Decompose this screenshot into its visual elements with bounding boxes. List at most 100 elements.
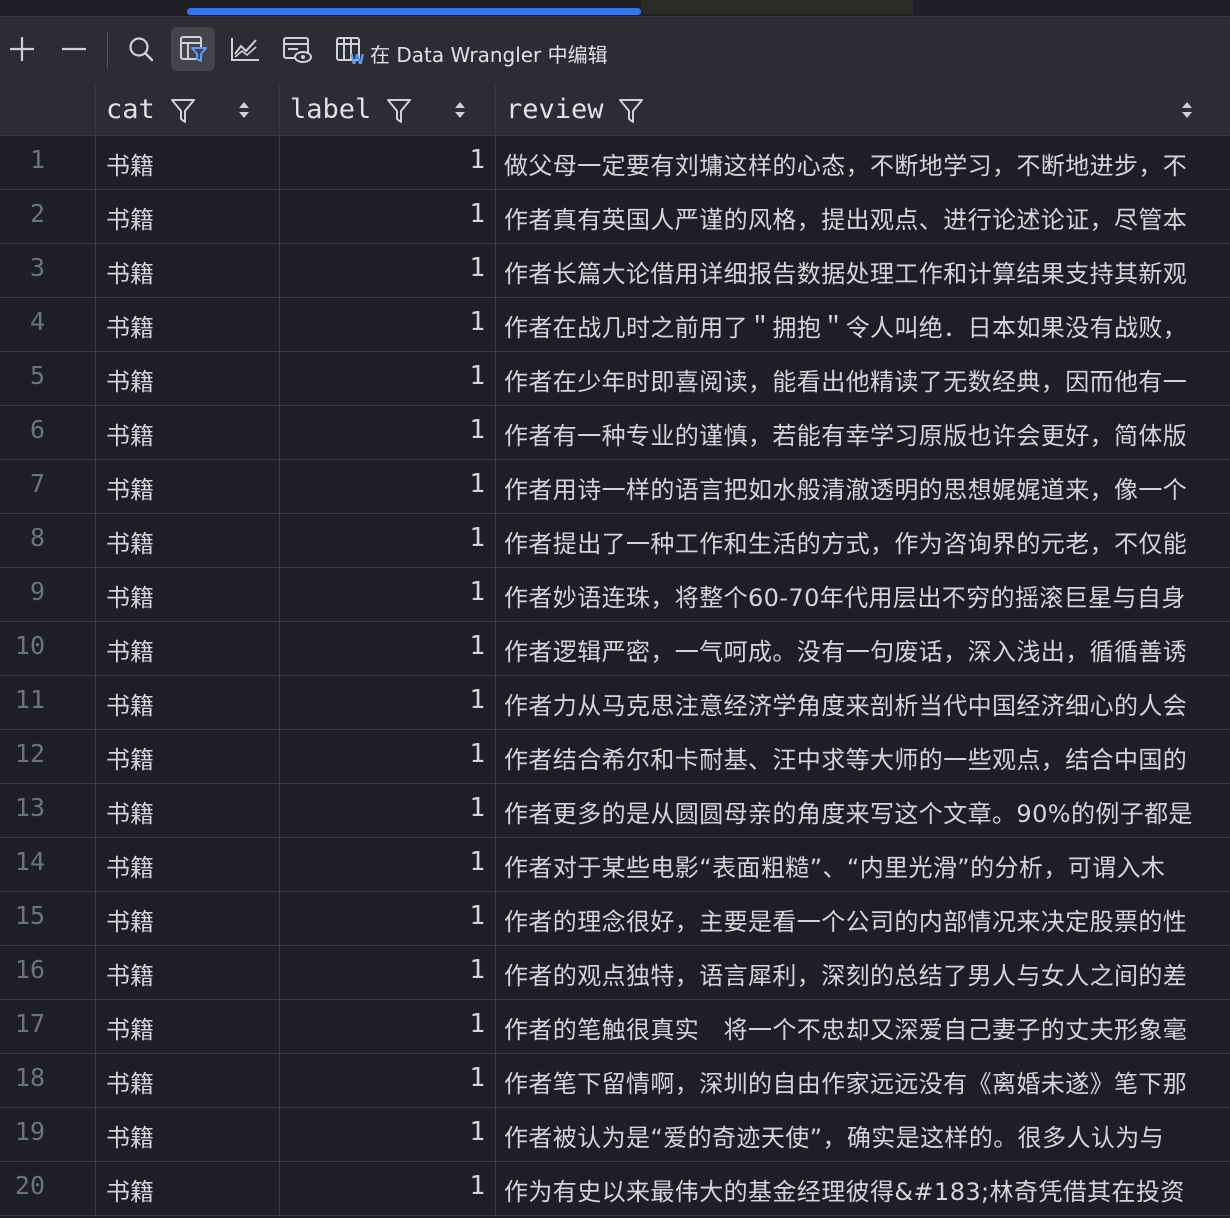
table-row[interactable]: 16 书籍 1 作者的观点独特，语言犀利，深刻的总结了男人与女人之间的差 xyxy=(0,946,1230,1000)
data-wrangler-link[interactable]: 在 Data Wrangler 中编辑 xyxy=(370,39,608,68)
column-header-review[interactable]: review xyxy=(496,84,1230,136)
filter-icon[interactable] xyxy=(170,97,196,125)
cat-cell[interactable]: 书籍 xyxy=(96,622,280,675)
cat-cell[interactable]: 书籍 xyxy=(96,298,280,351)
cat-cell[interactable]: 书籍 xyxy=(96,784,280,837)
label-cell[interactable]: 1 xyxy=(280,676,496,729)
review-cell[interactable]: 作者结合希尔和卡耐基、汪中求等大师的一些观点，结合中国的 xyxy=(496,730,1230,783)
row-index-header xyxy=(0,84,96,136)
label-cell[interactable]: 1 xyxy=(280,514,496,567)
label-cell[interactable]: 1 xyxy=(280,136,496,189)
label-cell[interactable]: 1 xyxy=(280,838,496,891)
cat-cell[interactable]: 书籍 xyxy=(96,1108,280,1161)
review-cell[interactable]: 作者的观点独特，语言犀利，深刻的总结了男人与女人之间的差 xyxy=(496,946,1230,999)
review-cell[interactable]: 作者的笔触很真实 将一个不忠却又深爱自己妻子的丈夫形象毫 xyxy=(496,1000,1230,1053)
review-cell[interactable]: 作为有史以来最伟大的基金经理彼得&#183;林奇凭借其在投资 xyxy=(496,1162,1230,1215)
cat-cell[interactable]: 书籍 xyxy=(96,1162,280,1215)
review-cell[interactable]: 作者笔下留情啊，深圳的自由作家远远没有《离婚未遂》笔下那 xyxy=(496,1054,1230,1107)
filter-icon[interactable] xyxy=(386,97,412,125)
label-cell[interactable]: 1 xyxy=(280,406,496,459)
cat-cell[interactable]: 书籍 xyxy=(96,244,280,297)
table-row[interactable]: 19 书籍 1 作者被认为是“爱的奇迹天使”，确实是这样的。很多人认为与 xyxy=(0,1108,1230,1162)
review-cell[interactable]: 作者被认为是“爱的奇迹天使”，确实是这样的。很多人认为与 xyxy=(496,1108,1230,1161)
column-header-label[interactable]: label xyxy=(280,84,496,136)
cat-cell[interactable]: 书籍 xyxy=(96,1000,280,1053)
table-row[interactable]: 4 书籍 1 作者在战几时之前用了＂拥抱＂令人叫绝．日本如果没有战败， xyxy=(0,298,1230,352)
cat-cell[interactable]: 书籍 xyxy=(96,514,280,567)
review-cell[interactable]: 作者逻辑严密，一气呵成。没有一句废话，深入浅出，循循善诱 xyxy=(496,622,1230,675)
label-cell[interactable]: 1 xyxy=(280,1054,496,1107)
cat-cell[interactable]: 书籍 xyxy=(96,1054,280,1107)
table-row[interactable]: 1 书籍 1 做父母一定要有刘墉这样的心态，不断地学习，不断地进步，不 xyxy=(0,136,1230,190)
label-cell-text: 1 xyxy=(469,361,485,391)
cat-cell[interactable]: 书籍 xyxy=(96,190,280,243)
table-row[interactable]: 8 书籍 1 作者提出了一种工作和生活的方式，作为咨询界的元老，不仅能 xyxy=(0,514,1230,568)
label-cell[interactable]: 1 xyxy=(280,1000,496,1053)
column-header-cat[interactable]: cat xyxy=(96,84,280,136)
review-cell[interactable]: 作者在战几时之前用了＂拥抱＂令人叫绝．日本如果没有战败， xyxy=(496,298,1230,351)
review-cell[interactable]: 作者妙语连珠，将整个60-70年代用层出不穷的摇滚巨星与自身 xyxy=(496,568,1230,621)
cat-cell[interactable]: 书籍 xyxy=(96,352,280,405)
table-row[interactable]: 11 书籍 1 作者力从马克思注意经济学角度来剖析当代中国经济细心的人会 xyxy=(0,676,1230,730)
chart-view-button[interactable] xyxy=(223,27,267,71)
review-cell[interactable]: 作者有一种专业的谨慎，若能有幸学习原版也许会更好，简体版 xyxy=(496,406,1230,459)
table-row[interactable]: 9 书籍 1 作者妙语连珠，将整个60-70年代用层出不穷的摇滚巨星与自身 xyxy=(0,568,1230,622)
review-cell[interactable]: 作者在少年时即喜阅读，能看出他精读了无数经典，因而他有一 xyxy=(496,352,1230,405)
table-row[interactable]: 10 书籍 1 作者逻辑严密，一气呵成。没有一句废话，深入浅出，循循善诱 xyxy=(0,622,1230,676)
review-cell[interactable]: 做父母一定要有刘墉这样的心态，不断地学习，不断地进步，不 xyxy=(496,136,1230,189)
add-row-button[interactable] xyxy=(0,27,44,71)
table-row[interactable]: 13 书籍 1 作者更多的是从圆圆母亲的角度来写这个文章。90%的例子都是 xyxy=(0,784,1230,838)
review-cell[interactable]: 作者力从马克思注意经济学角度来剖析当代中国经济细心的人会 xyxy=(496,676,1230,729)
label-cell[interactable]: 1 xyxy=(280,892,496,945)
table-row[interactable]: 18 书籍 1 作者笔下留情啊，深圳的自由作家远远没有《离婚未遂》笔下那 xyxy=(0,1054,1230,1108)
label-cell[interactable]: 1 xyxy=(280,352,496,405)
review-cell[interactable]: 作者更多的是从圆圆母亲的角度来写这个文章。90%的例子都是 xyxy=(496,784,1230,837)
sort-icon[interactable] xyxy=(238,100,250,120)
table-row[interactable]: 12 书籍 1 作者结合希尔和卡耐基、汪中求等大师的一些观点，结合中国的 xyxy=(0,730,1230,784)
table-row[interactable]: 15 书籍 1 作者的理念很好，主要是看一个公司的内部情况来决定股票的性 xyxy=(0,892,1230,946)
label-cell[interactable]: 1 xyxy=(280,946,496,999)
table-row[interactable]: 14 书籍 1 作者对于某些电影“表面粗糙”、“内里光滑”的分析，可谓入木 xyxy=(0,838,1230,892)
label-cell[interactable]: 1 xyxy=(280,460,496,513)
cat-cell[interactable]: 书籍 xyxy=(96,460,280,513)
review-cell[interactable]: 作者真有英国人严谨的风格，提出观点、进行论述论证，尽管本 xyxy=(496,190,1230,243)
cat-cell[interactable]: 书籍 xyxy=(96,136,280,189)
search-button[interactable] xyxy=(119,27,163,71)
review-cell[interactable]: 作者对于某些电影“表面粗糙”、“内里光滑”的分析，可谓入木 xyxy=(496,838,1230,891)
column-visibility-button[interactable] xyxy=(275,27,319,71)
table-row[interactable]: 5 书籍 1 作者在少年时即喜阅读，能看出他精读了无数经典，因而他有一 xyxy=(0,352,1230,406)
vertical-scrollbar[interactable] xyxy=(1218,136,1230,1218)
review-cell[interactable]: 作者提出了一种工作和生活的方式，作为咨询界的元老，不仅能 xyxy=(496,514,1230,567)
filter-toggle-button[interactable] xyxy=(171,27,215,71)
review-cell[interactable]: 作者用诗一样的语言把如水般清澈透明的思想娓娓道来，像一个 xyxy=(496,460,1230,513)
review-cell[interactable]: 作者长篇大论借用详细报告数据处理工作和计算结果支持其新观 xyxy=(496,244,1230,297)
cat-cell[interactable]: 书籍 xyxy=(96,892,280,945)
cat-cell[interactable]: 书籍 xyxy=(96,406,280,459)
table-row[interactable]: 3 书籍 1 作者长篇大论借用详细报告数据处理工作和计算结果支持其新观 xyxy=(0,244,1230,298)
label-cell[interactable]: 1 xyxy=(280,1108,496,1161)
table-row[interactable]: 2 书籍 1 作者真有英国人严谨的风格，提出观点、进行论述论证，尽管本 xyxy=(0,190,1230,244)
label-cell[interactable]: 1 xyxy=(280,568,496,621)
label-cell[interactable]: 1 xyxy=(280,622,496,675)
label-cell[interactable]: 1 xyxy=(280,784,496,837)
cat-cell[interactable]: 书籍 xyxy=(96,568,280,621)
table-row[interactable]: 20 书籍 1 作为有史以来最伟大的基金经理彼得&#183;林奇凭借其在投资 xyxy=(0,1162,1230,1216)
sort-icon[interactable] xyxy=(454,100,466,120)
table-row[interactable]: 17 书籍 1 作者的笔触很真实 将一个不忠却又深爱自己妻子的丈夫形象毫 xyxy=(0,1000,1230,1054)
sort-icon[interactable] xyxy=(1181,100,1193,120)
table-row[interactable]: 7 书籍 1 作者用诗一样的语言把如水般清澈透明的思想娓娓道来，像一个 xyxy=(0,460,1230,514)
label-cell[interactable]: 1 xyxy=(280,730,496,783)
filter-icon[interactable] xyxy=(618,97,644,125)
cat-cell[interactable]: 书籍 xyxy=(96,730,280,783)
cat-cell[interactable]: 书籍 xyxy=(96,676,280,729)
remove-row-button[interactable] xyxy=(52,27,96,71)
cat-cell[interactable]: 书籍 xyxy=(96,946,280,999)
table-row[interactable]: 6 书籍 1 作者有一种专业的谨慎，若能有幸学习原版也许会更好，简体版 xyxy=(0,406,1230,460)
label-cell[interactable]: 1 xyxy=(280,244,496,297)
review-cell[interactable]: 作者的理念很好，主要是看一个公司的内部情况来决定股票的性 xyxy=(496,892,1230,945)
cat-cell[interactable]: 书籍 xyxy=(96,838,280,891)
label-cell[interactable]: 1 xyxy=(280,298,496,351)
data-wrangler-icon-button[interactable]: W xyxy=(328,27,372,71)
label-cell[interactable]: 1 xyxy=(280,190,496,243)
label-cell[interactable]: 1 xyxy=(280,1162,496,1215)
